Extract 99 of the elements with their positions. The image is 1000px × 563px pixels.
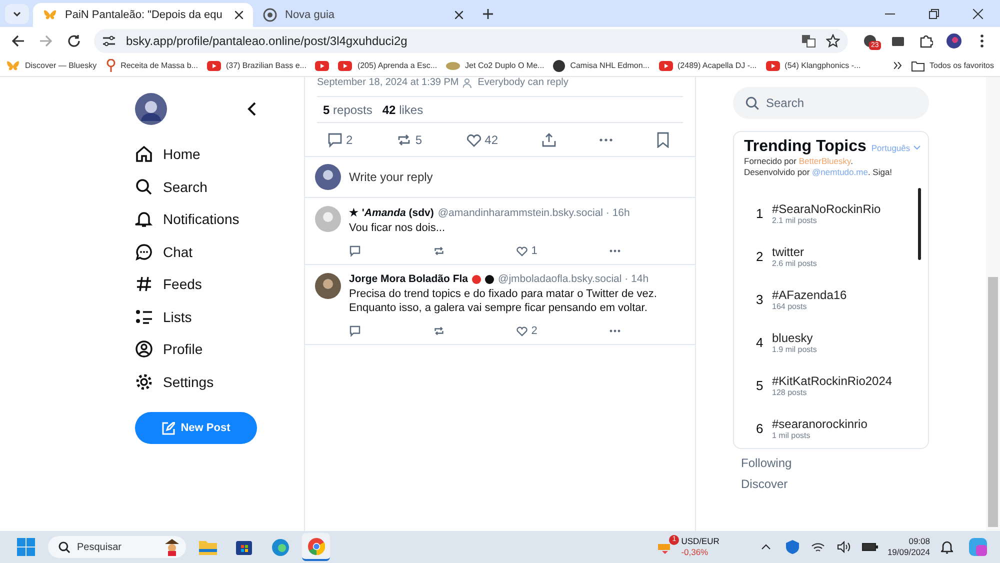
- pin-icon: [106, 59, 116, 72]
- nav-item[interactable]: Chat: [135, 236, 304, 268]
- likes-count[interactable]: 42 likes: [382, 102, 424, 116]
- taskbar-search[interactable]: Pesquisar: [48, 536, 186, 558]
- bookmark[interactable]: (37) Brazilian Bass e...: [206, 60, 306, 70]
- search-icon: [745, 96, 760, 110]
- bookmark[interactable]: Receita de Massa b...: [106, 59, 198, 72]
- play-icon[interactable]: [315, 60, 330, 70]
- heart-icon: [466, 132, 482, 148]
- more-icon[interactable]: [609, 249, 621, 253]
- scrollbar-thumb[interactable]: [918, 188, 921, 260]
- translate-icon[interactable]: [801, 34, 816, 48]
- bookmark[interactable]: (54) Klangphonics -...: [766, 60, 861, 70]
- edit-icon: [162, 422, 175, 434]
- play-icon: [206, 60, 221, 70]
- credit-text: Desenvolvido por @nemtudo.me. Siga!: [744, 167, 894, 178]
- author-handle[interactable]: @jmboladaofla.bsky.social · 14h: [498, 273, 649, 285]
- bookmark[interactable]: (2489) Acapella DJ -...: [658, 60, 757, 70]
- close-tab-icon[interactable]: [235, 11, 243, 19]
- nav-item[interactable]: Settings: [135, 366, 304, 398]
- repost-icon[interactable]: [432, 245, 445, 257]
- profile-icon: [135, 340, 153, 358]
- butterfly-icon: [43, 9, 57, 21]
- like-button[interactable]: 1: [516, 245, 538, 257]
- home-icon: [135, 145, 153, 164]
- address-bar[interactable]: bsky.app/profile/pantaleao.online/post/3l4gxuhduci2g: [94, 29, 848, 53]
- back-icon[interactable]: [247, 102, 257, 116]
- like-button[interactable]: 42: [466, 132, 498, 148]
- star-icon[interactable]: [826, 34, 840, 48]
- reply-button[interactable]: 2: [327, 132, 353, 148]
- heart-icon: [516, 325, 528, 337]
- search-field[interactable]: Search: [733, 87, 929, 119]
- reply-icon[interactable]: [349, 325, 361, 337]
- user-avatar[interactable]: [135, 93, 167, 125]
- globe-icon: [263, 8, 277, 22]
- play-icon: [766, 60, 780, 70]
- reply-icon: [327, 132, 343, 148]
- more-icon[interactable]: [609, 329, 621, 333]
- hash-icon: [135, 275, 153, 294]
- butterfly-icon: [6, 60, 20, 72]
- chevron-down-icon: [912, 145, 920, 151]
- reply-icon[interactable]: [349, 245, 361, 257]
- user-avatar: [315, 164, 341, 190]
- reply-composer[interactable]: Write your reply: [305, 157, 695, 198]
- avatar[interactable]: [315, 273, 341, 299]
- credit-text: Fornecido por BetterBluesky.: [744, 156, 854, 167]
- bell-icon: [135, 210, 153, 228]
- repost-icon: [396, 132, 412, 148]
- pirate-icon: [164, 538, 180, 556]
- chat-bubble-icon: [135, 242, 153, 261]
- tab-list-button[interactable]: [5, 4, 29, 24]
- caret-icon: [12, 9, 22, 19]
- author-handle[interactable]: @amandinharammstein.bsky.social · 16h: [438, 206, 630, 218]
- browser-tab[interactable]: PaiN Pantaleão: "Depois da equ: [33, 3, 253, 27]
- nav-item[interactable]: Lists: [135, 300, 304, 333]
- reposts-count[interactable]: 5 reposts: [323, 102, 372, 116]
- heart-icon: [516, 245, 528, 257]
- folder-icon: [910, 60, 925, 72]
- nav-item[interactable]: Notifications: [135, 203, 304, 236]
- bookmark[interactable]: (205) Aprenda a Esc...: [338, 60, 438, 70]
- nav-item[interactable]: Feeds: [135, 268, 304, 300]
- nav-item[interactable]: Profile: [135, 333, 304, 366]
- reply-text: Vou ficar nos dois...: [349, 221, 446, 235]
- feed-link[interactable]: Discover: [733, 477, 986, 491]
- new-tab-icon[interactable]: [483, 9, 493, 19]
- repost-icon[interactable]: [432, 325, 445, 337]
- play-icon: [658, 60, 672, 70]
- repost-button[interactable]: 5: [396, 132, 422, 148]
- share-icon[interactable]: [542, 132, 556, 146]
- like-button[interactable]: 2: [516, 325, 538, 337]
- scrollbar-thumb[interactable]: [988, 277, 998, 527]
- close-tab-icon[interactable]: [455, 11, 463, 19]
- feed-link[interactable]: Following: [733, 456, 986, 470]
- reply-setting[interactable]: Everybody can reply: [478, 77, 568, 89]
- browser-tab[interactable]: Nova guia: [253, 3, 473, 27]
- site-settings-icon[interactable]: [102, 35, 116, 47]
- nav-item[interactable]: Home: [135, 138, 304, 170]
- all-bookmarks[interactable]: Todos os favoritos: [910, 60, 994, 72]
- author-name[interactable]: Jorge Mora Boladão Fla: [349, 273, 468, 285]
- chrome-browser-icon[interactable]: [302, 533, 330, 561]
- people-icon: [462, 78, 474, 88]
- new-post-button[interactable]: New Post: [135, 412, 257, 444]
- bookmark-icon[interactable]: [656, 132, 669, 148]
- more-icon[interactable]: [599, 138, 614, 142]
- post-date: September 18, 2024 at 1:39 PM: [317, 77, 459, 89]
- settings-icon: [135, 372, 153, 391]
- play-icon: [338, 60, 352, 70]
- search-icon: [135, 178, 153, 196]
- nav-item[interactable]: Search: [135, 170, 304, 203]
- more-bookmarks-icon[interactable]: [894, 62, 902, 69]
- list-icon: [135, 308, 153, 326]
- bookmark[interactable]: Camisa NHL Edmon...: [553, 60, 650, 72]
- bookmark[interactable]: Discover — Bluesky: [6, 60, 97, 72]
- trending-title: Trending Topics: [744, 138, 866, 156]
- system-clock[interactable]: 09:08 19/09/2024: [887, 536, 930, 558]
- bookmark[interactable]: Jet Co2 Duplo O Me...: [446, 60, 544, 70]
- author-name[interactable]: ★ 'Amanda (sdv): [349, 206, 434, 219]
- search-icon: [58, 540, 71, 554]
- reply-text: Precisa do trend topics e do fixado para matar o Twitter de vez. Enquanto isso, a galera vai sempre ficar pensando em voltar.: [349, 287, 658, 315]
